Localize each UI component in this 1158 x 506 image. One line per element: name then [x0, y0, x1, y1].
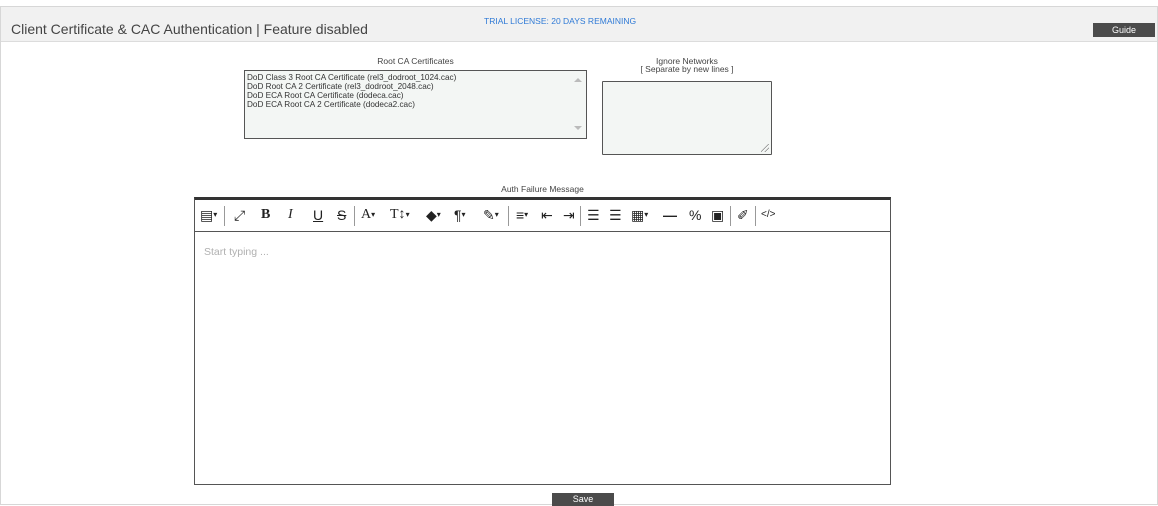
list-item[interactable]: DoD ECA Root CA 2 Certificate (dodeca2.c… [245, 100, 586, 109]
editor-placeholder: Start typing ... [204, 246, 269, 258]
italic-icon[interactable]: I [288, 207, 293, 223]
link-icon[interactable]: % [689, 207, 701, 223]
toolbar-divider [508, 206, 509, 226]
page-title: Client Certificate & CAC Authentication … [11, 21, 368, 37]
toolbar-divider [224, 206, 225, 226]
font-family-icon[interactable]: A▾ [361, 207, 375, 223]
table-icon[interactable]: ▦▾ [631, 207, 648, 223]
ignore-networks-hint: [ Separate by new lines ] [640, 64, 734, 74]
resize-handle-icon[interactable] [761, 144, 769, 152]
editor-toolbar: ▤▾ ⤢ B I U S A▾ T↕▾ ◆▾ ¶▾ ✎▾ ≡▾ ⇤ ⇥ ☰ ☰ … [195, 200, 890, 232]
auth-failure-label: Auth Failure Message [501, 184, 584, 194]
toolbar-divider [580, 206, 581, 226]
header-bar: Client Certificate & CAC Authentication … [1, 7, 1157, 42]
trial-license-notice: TRIAL LICENSE: 20 DAYS REMAINING [484, 16, 637, 26]
root-ca-label: Root CA Certificates [377, 56, 454, 66]
underline-icon[interactable]: U [313, 207, 323, 223]
ordered-list-icon[interactable]: ☰ [587, 207, 600, 223]
eraser-icon[interactable]: ✐ [737, 207, 749, 223]
toolbar-divider [755, 206, 756, 226]
bold-icon[interactable]: B [261, 207, 270, 223]
app-frame: Client Certificate & CAC Authentication … [0, 6, 1158, 506]
paragraph-format-icon[interactable]: ¶▾ [454, 207, 466, 223]
outdent-icon[interactable]: ⇤ [541, 207, 553, 223]
list-item[interactable]: DoD Class 3 Root CA Certificate (rel3_do… [245, 71, 586, 82]
scroll-up-arrow-icon[interactable] [574, 78, 582, 82]
fullscreen-icon[interactable]: ⤢ [234, 207, 245, 223]
indent-icon[interactable]: ⇥ [563, 207, 575, 223]
unordered-list-icon[interactable]: ☰ [609, 207, 622, 223]
ignore-networks-textarea[interactable] [602, 81, 772, 155]
auth-failure-editor[interactable]: ▤▾ ⤢ B I U S A▾ T↕▾ ◆▾ ¶▾ ✎▾ ≡▾ ⇤ ⇥ ☰ ☰ … [194, 197, 891, 485]
save-button[interactable]: Save [552, 493, 614, 506]
strikethrough-icon[interactable]: S [337, 207, 346, 223]
source-code-icon[interactable]: </> [761, 207, 775, 223]
guide-button[interactable]: Guide [1093, 23, 1155, 37]
list-item[interactable]: DoD ECA Root CA Certificate (dodeca.cac) [245, 91, 586, 100]
scroll-down-arrow-icon[interactable] [574, 126, 582, 130]
horizontal-rule-icon[interactable]: — [663, 207, 677, 223]
toolbar-divider [730, 206, 731, 226]
toolbar-divider [354, 206, 355, 226]
list-item[interactable]: DoD Root CA 2 Certificate (rel3_dodroot_… [245, 82, 586, 91]
image-icon[interactable]: ▣ [711, 207, 724, 223]
text-color-icon[interactable]: ◆▾ [426, 207, 441, 223]
font-size-icon[interactable]: T↕▾ [390, 207, 410, 223]
align-icon[interactable]: ≡▾ [516, 207, 528, 223]
root-ca-listbox[interactable]: DoD Class 3 Root CA Certificate (rel3_do… [244, 70, 587, 139]
magic-wand-icon[interactable]: ✎▾ [483, 207, 499, 223]
file-menu-icon[interactable]: ▤▾ [200, 207, 217, 223]
